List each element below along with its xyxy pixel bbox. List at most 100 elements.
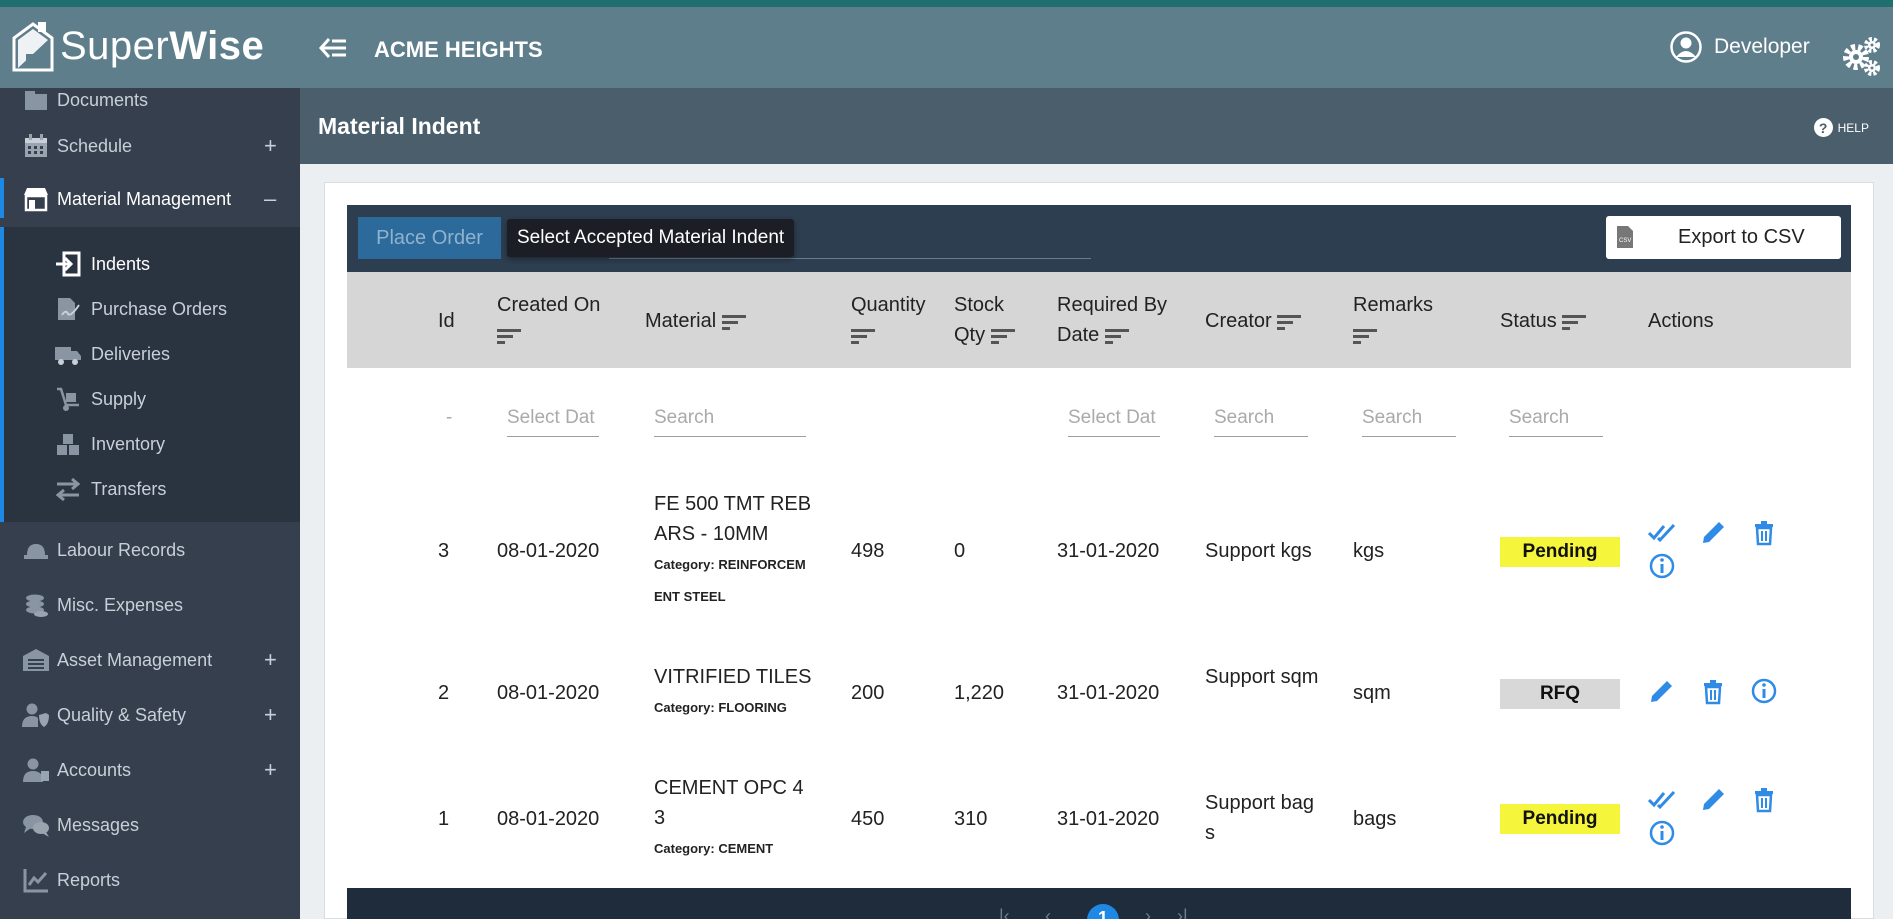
sidebar-item-label: Quality & Safety [57, 704, 187, 725]
sidebar-item-indents[interactable]: Indents [4, 244, 300, 284]
sidebar-collapse-icon[interactable] [318, 35, 348, 61]
sidebar-item-misc-expenses[interactable]: Misc. Expenses [0, 585, 300, 625]
sidebar-item-reports[interactable]: Reports [0, 860, 300, 900]
top-bar: SuperWise ACME HEIGHTS Developer [0, 7, 1893, 88]
column-header-required-by-date[interactable]: Required By Date [1057, 290, 1187, 350]
info-icon[interactable] [1750, 677, 1778, 705]
prev-page-icon[interactable]: ‹ [1045, 906, 1051, 919]
cell-created-on: 08-01-2020 [497, 682, 600, 704]
delete-trash-icon[interactable] [1699, 677, 1727, 705]
delete-trash-icon[interactable] [1750, 785, 1778, 813]
sidebar-item-labour-records[interactable]: Labour Records [0, 530, 300, 570]
help-button[interactable]: ? HELP [1813, 118, 1869, 137]
hard-hat-icon [24, 544, 48, 559]
collapse-toggle[interactable]: – [264, 186, 276, 212]
cell-creator: Support sqm [1205, 666, 1319, 688]
remarks-search-input[interactable]: Search [1362, 405, 1456, 437]
logo-house-icon [12, 22, 54, 72]
sidebar-item-transfers[interactable]: Transfers [4, 469, 300, 509]
sort-icon[interactable] [1562, 313, 1587, 331]
question-icon: ? [1813, 118, 1833, 137]
csv-file-icon: CSV [1617, 226, 1633, 248]
first-page-icon[interactable]: |‹ [999, 906, 1010, 919]
id-filter[interactable]: - [446, 405, 456, 437]
cell-material: VITRIFIED TILES Category: FLOORING [654, 662, 824, 724]
sidebar-item-quality-safety[interactable]: Quality & Safety + [0, 695, 300, 735]
settings-gear-icon[interactable] [1840, 35, 1882, 77]
column-header-remarks[interactable]: Remarks [1353, 290, 1453, 350]
created-on-date-filter[interactable]: Select Dat [507, 405, 599, 437]
column-header-material[interactable]: Material [645, 306, 746, 336]
user-menu[interactable]: Developer [1670, 31, 1810, 63]
app-logo[interactable]: SuperWise [12, 15, 264, 77]
expand-toggle[interactable]: + [264, 757, 277, 783]
store-icon [24, 188, 48, 212]
sort-icon[interactable] [990, 327, 1015, 345]
creator-search-input[interactable]: Search [1214, 405, 1308, 437]
column-header-stock-qty[interactable]: Stock Qty [954, 290, 1034, 350]
sidebar-item-material-management[interactable]: Material Management – [0, 179, 300, 219]
sidebar-item-deliveries[interactable]: Deliveries [4, 334, 300, 374]
cell-stock-qty: 1,220 [954, 682, 1005, 704]
column-header-quantity[interactable]: Quantity [851, 290, 941, 350]
sidebar-item-accounts[interactable]: Accounts + [0, 750, 300, 790]
sidebar-item-supply[interactable]: Supply [4, 379, 300, 419]
page-header: Material Indent ? HELP [300, 88, 1893, 164]
sidebar-item-messages[interactable]: Messages [0, 805, 300, 845]
next-page-icon[interactable]: › [1145, 906, 1151, 919]
cell-id: 1 [438, 808, 450, 830]
cell-creator: Support kgs [1205, 540, 1312, 562]
sidebar-item-asset-management[interactable]: Asset Management + [0, 640, 300, 680]
sort-icon[interactable] [851, 327, 875, 345]
file-signature-icon [58, 298, 80, 320]
cell-quantity: 498 [851, 540, 885, 562]
sidebar-item-label: Labour Records [57, 539, 186, 560]
cell-remarks: bags [1353, 808, 1397, 830]
cell-material: FE 500 TMT REBARS - 10MM Category: REINF… [654, 489, 814, 613]
material-management-submenu: Indents Purchase Orders Deliveries Suppl… [0, 227, 300, 522]
export-csv-button[interactable]: CSV Export to CSV [1606, 216, 1841, 259]
sort-icon[interactable] [721, 313, 746, 331]
info-icon[interactable] [1648, 819, 1676, 847]
edit-pencil-icon[interactable] [1648, 677, 1676, 705]
sidebar-item-label: Accounts [57, 759, 132, 780]
column-header-created-on[interactable]: Created On [497, 290, 617, 350]
expand-toggle[interactable]: + [264, 647, 277, 673]
sidebar-item-schedule[interactable]: Schedule + [0, 126, 300, 166]
place-order-button[interactable]: Place Order [358, 217, 501, 259]
material-name: FE 500 TMT REBARS - 10MM [654, 493, 812, 545]
sort-icon[interactable] [497, 327, 521, 345]
sidebar-item-label: Schedule [57, 135, 133, 156]
last-page-icon[interactable]: ›| [1177, 906, 1188, 919]
export-csv-label: Export to CSV [1678, 226, 1805, 248]
cell-remarks: kgs [1353, 540, 1385, 562]
column-header-id[interactable]: Id [438, 306, 455, 336]
required-by-date-filter[interactable]: Select Dat [1068, 405, 1160, 437]
svg-text:CSV: CSV [1619, 238, 1631, 244]
edit-pencil-icon[interactable] [1700, 785, 1728, 813]
column-header-status[interactable]: Status [1500, 306, 1587, 336]
expand-toggle[interactable]: + [264, 133, 277, 159]
edit-pencil-icon[interactable] [1700, 518, 1728, 546]
sort-icon[interactable] [1353, 327, 1377, 345]
column-header-creator[interactable]: Creator [1205, 306, 1302, 336]
page-title: Material Indent [318, 113, 481, 139]
top-accent-strip [0, 0, 1893, 7]
sort-icon[interactable] [1104, 327, 1129, 345]
material-search-input[interactable]: Search [654, 405, 806, 437]
sidebar-item-documents[interactable]: Documents [0, 88, 300, 120]
info-icon[interactable] [1648, 552, 1676, 580]
expand-toggle[interactable]: + [264, 702, 277, 728]
sort-icon[interactable] [1277, 313, 1302, 331]
cell-stock-qty: 0 [954, 540, 966, 562]
delete-trash-icon[interactable] [1750, 518, 1778, 546]
status-search-input[interactable]: Search [1509, 405, 1603, 437]
sign-in-icon [56, 251, 81, 277]
page-number-current[interactable]: 1 [1087, 904, 1119, 919]
sidebar-item-purchase-orders[interactable]: Purchase Orders [4, 289, 300, 329]
truck-icon [55, 347, 81, 365]
approve-double-check-icon[interactable] [1648, 785, 1676, 813]
site-name[interactable]: ACME HEIGHTS [374, 37, 543, 63]
approve-double-check-icon[interactable] [1648, 518, 1676, 546]
sidebar-item-inventory[interactable]: Inventory [4, 424, 300, 464]
